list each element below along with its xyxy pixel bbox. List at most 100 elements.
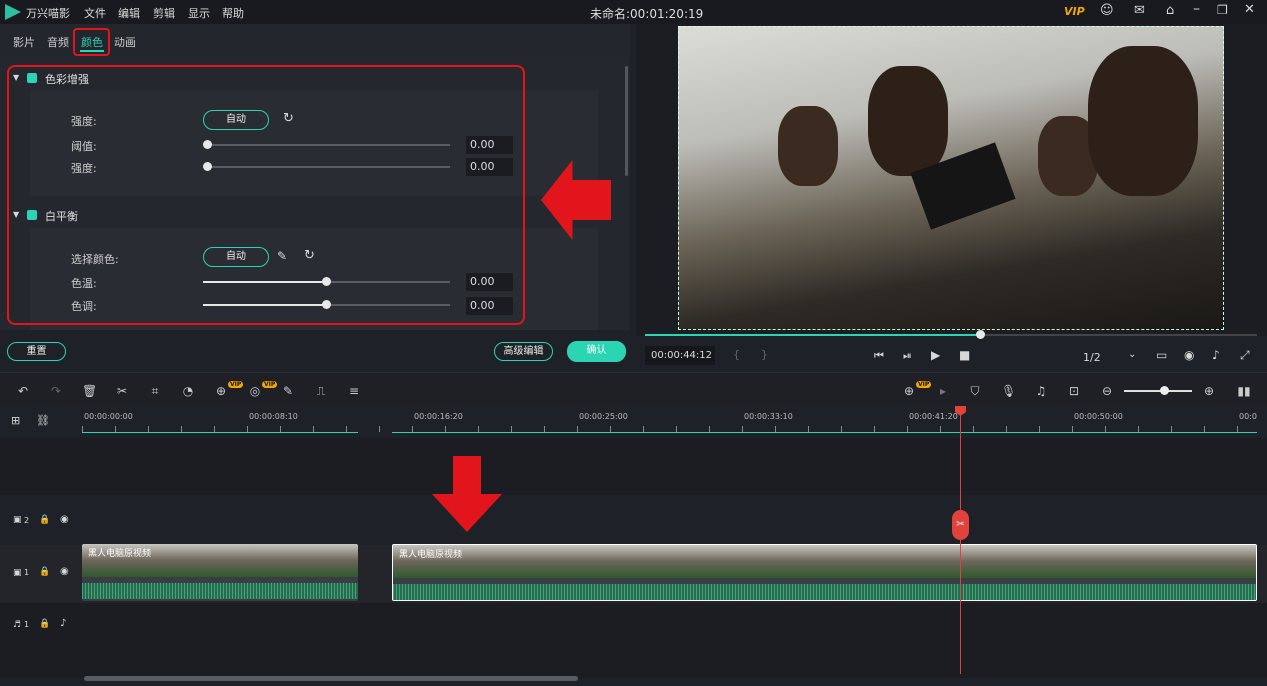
reset-button[interactable]: 重置 [7, 342, 66, 361]
snapshot-icon[interactable]: ◉ [1184, 348, 1194, 362]
lock-icon[interactable]: 🔒 [39, 515, 50, 525]
menu-clip[interactable]: 剪辑 [153, 5, 175, 21]
mark-in-icon[interactable]: { [733, 348, 740, 361]
timecode-1: 00:00:08:10 [249, 412, 298, 421]
menu-help[interactable]: 帮助 [222, 5, 244, 21]
lock-icon[interactable]: 🔒 [39, 567, 50, 577]
clip-waveform [393, 584, 1256, 600]
timecode-3: 00:00:25:00 [579, 412, 628, 421]
eye-icon[interactable]: ◉ [60, 514, 69, 525]
mic-icon[interactable]: 🎙 [1001, 384, 1016, 398]
mark-out-icon[interactable]: } [761, 348, 768, 361]
play-frame-icon[interactable]: ⏯ [903, 349, 912, 363]
crop-icon[interactable]: ⌗ [148, 384, 162, 398]
playhead-line[interactable] [960, 406, 961, 674]
pen-icon[interactable]: ✎ [281, 384, 295, 398]
lock-icon[interactable]: 🔒 [39, 619, 50, 629]
timeline-tracks: ▣ 2 🔒 ◉ ▣ 1 🔒 ◉ ♬ 1 🔒 ♪ 黑人电脑原视频 黑人电脑原视频 … [0, 406, 1267, 681]
zoom-slider[interactable] [1124, 386, 1192, 395]
ruler-clip-range [392, 432, 1257, 433]
message-icon[interactable]: ✉ [1134, 3, 1145, 18]
display-icon[interactable]: ▭ [1156, 348, 1167, 362]
menu-file[interactable]: 文件 [84, 5, 106, 21]
timecode-7: 00:0 [1239, 412, 1257, 421]
track-number: 1 [24, 568, 30, 577]
quality-select[interactable]: 1/2 [1083, 351, 1101, 364]
speaker-icon[interactable]: ♪ [60, 618, 66, 629]
tab-highlight-box [73, 28, 110, 56]
clip-name: 黑人电脑原视频 [88, 549, 152, 559]
clip-thumbnails [393, 545, 1256, 578]
chevron-down-icon[interactable]: ⌄ [1128, 349, 1136, 360]
vip-tag: VIP [262, 381, 278, 388]
video-track-icon: ▣ [13, 515, 22, 525]
close-icon[interactable]: ✕ [1244, 2, 1255, 17]
add-track-icon[interactable]: ⊞ [11, 414, 20, 427]
clip-name: 黑人电脑原视频 [399, 550, 463, 560]
person-silhouette [1088, 46, 1198, 196]
panel-scrollbar[interactable] [625, 66, 628, 176]
playback-progress[interactable] [645, 330, 1257, 339]
volume-icon[interactable]: ♪ [1212, 348, 1220, 362]
progress-fill [645, 334, 980, 336]
restore-icon[interactable]: ❐ [1217, 3, 1228, 17]
vip-tag: VIP [228, 381, 244, 388]
tab-video[interactable]: 影片 [13, 34, 35, 50]
track-number: 1 [24, 620, 30, 629]
menu-view[interactable]: 显示 [188, 5, 210, 21]
eye-icon[interactable]: ◉ [60, 566, 69, 577]
panel-highlight-box [7, 65, 525, 325]
undo-icon[interactable]: ↶ [16, 384, 30, 398]
audio-mix-icon[interactable]: ♫ [1034, 384, 1048, 398]
color-match-icon[interactable]: ◎ [248, 384, 262, 398]
timecode-0: 00:00:00:00 [84, 412, 133, 421]
link-icon[interactable]: ⛓ [36, 414, 50, 427]
stabilize-icon[interactable]: ⎍ [314, 384, 328, 398]
audio-track-icon: ♬ [13, 620, 22, 630]
marker-icon[interactable]: ⛉ [968, 384, 982, 398]
account-icon[interactable]: ☺ [1100, 3, 1114, 18]
stop-icon[interactable]: ■ [959, 348, 970, 362]
delete-icon[interactable]: 🗑 [82, 384, 97, 398]
video-clip-selected[interactable]: 黑人电脑原视频 [392, 544, 1257, 601]
prev-frame-icon[interactable]: ⏮ [874, 349, 884, 363]
playhead-knob[interactable] [976, 330, 985, 339]
menu-edit[interactable]: 编辑 [118, 5, 140, 21]
person-silhouette [778, 106, 838, 186]
zoom-knob[interactable] [1160, 386, 1169, 395]
video-frame[interactable] [678, 26, 1224, 330]
project-title: 未命名:00:01:20:19 [590, 7, 704, 21]
preview-render-icon[interactable]: ▸ [936, 384, 950, 398]
timeline-scrollbar[interactable] [84, 676, 578, 681]
minimize-icon[interactable]: – [1193, 1, 1200, 17]
store-icon[interactable]: ⌂ [1166, 3, 1174, 18]
fullscreen-icon[interactable]: ⤢ [1240, 348, 1250, 363]
advanced-edit-button[interactable]: 高级编辑 [494, 342, 553, 361]
vip-badge[interactable]: VIP [1064, 5, 1085, 18]
ai-feature-icon[interactable]: ⊕ [214, 384, 228, 398]
zoom-in-icon[interactable]: ⊕ [1202, 384, 1216, 398]
cut-icon[interactable]: ✂ [115, 384, 129, 398]
redo-icon[interactable]: ↷ [49, 384, 63, 398]
split-icon[interactable]: ✂ [952, 510, 969, 540]
adjust-icon[interactable]: ≡ [347, 384, 361, 398]
zoom-out-icon[interactable]: ⊖ [1100, 384, 1114, 398]
color-panel: ▼ 色彩增强 强度: 自动 ↻ 阈值: 0.00 强度: 0.00 ▼ 白平衡 … [0, 58, 630, 330]
tab-animation[interactable]: 动画 [114, 34, 136, 50]
play-icon[interactable]: ▶ [931, 348, 940, 362]
person-silhouette [868, 66, 948, 176]
app-logo-icon [5, 4, 21, 20]
timecode-4: 00:00:33:10 [744, 412, 793, 421]
speed-icon[interactable]: ◔ [181, 384, 195, 398]
tab-audio[interactable]: 音频 [47, 34, 69, 50]
timeline-ruler[interactable]: ⊞ ⛓ 00:00:00:00 00:00:08:10 00:00:16:20 … [0, 406, 1267, 438]
video-clip[interactable]: 黑人电脑原视频 [82, 544, 358, 601]
ok-button[interactable]: 确认 [567, 341, 626, 362]
fit-icon[interactable]: ⊡ [1067, 384, 1081, 398]
clip-waveform [82, 583, 358, 599]
render-icon[interactable]: ⊕ [902, 384, 916, 398]
current-time: 00:00:44:12 [645, 346, 715, 365]
ruler-clip-range [82, 432, 358, 433]
layout-icon[interactable]: ▮▮ [1237, 384, 1251, 398]
video-track-icon: ▣ [13, 568, 22, 578]
